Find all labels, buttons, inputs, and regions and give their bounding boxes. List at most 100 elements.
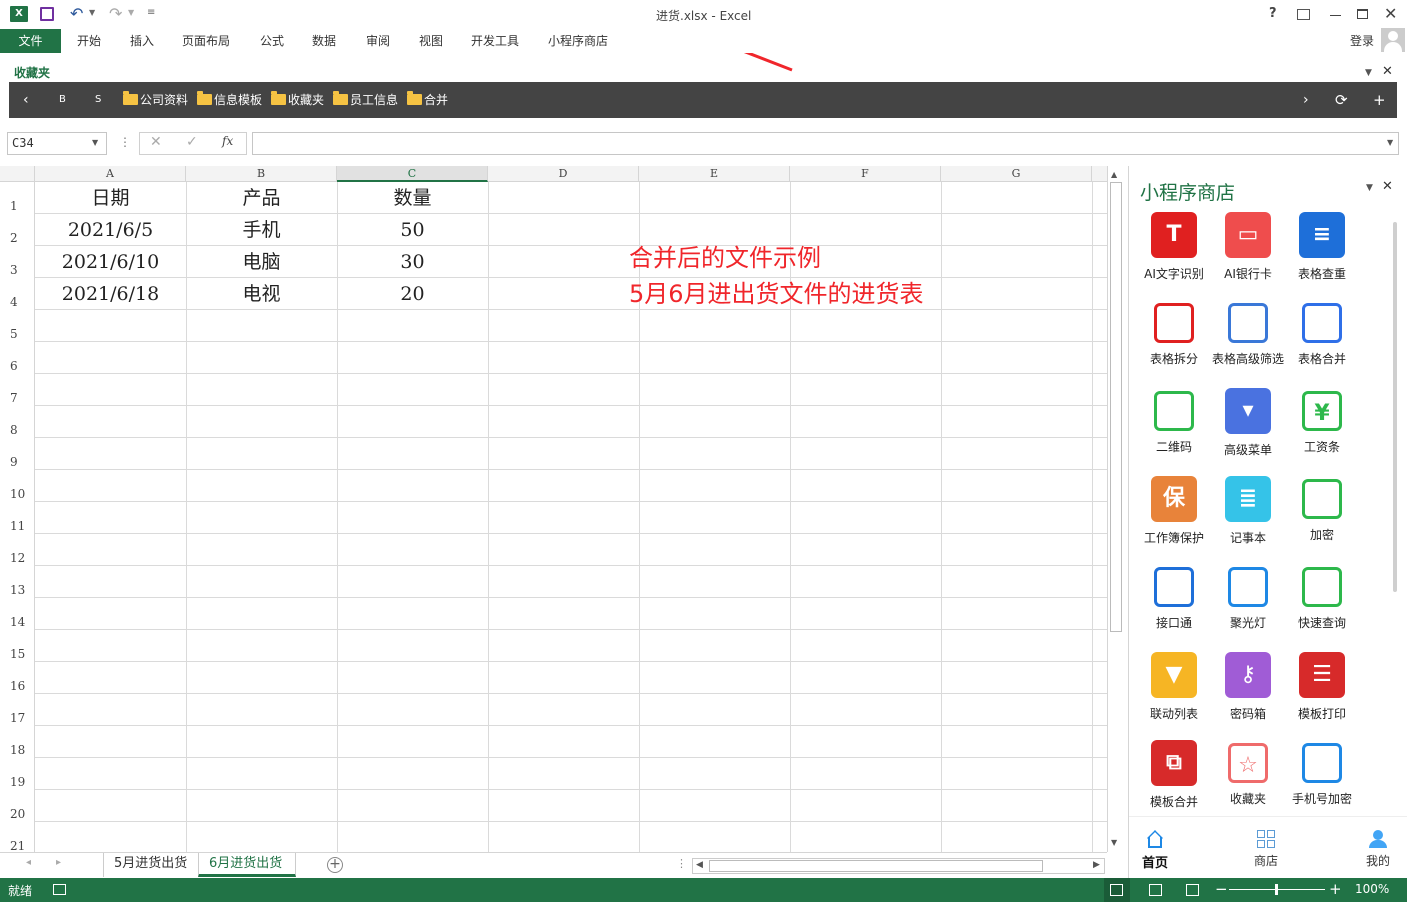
row-header[interactable]: 13: [0, 566, 35, 598]
favorites-close-icon[interactable]: ✕: [1382, 64, 1393, 79]
row-header[interactable]: 10: [0, 470, 35, 502]
sheet-tab-may[interactable]: 5月进货出货: [103, 853, 197, 877]
save-icon[interactable]: [40, 7, 54, 21]
sheet-tab-june[interactable]: 6月进货出货: [198, 853, 296, 877]
fav-prev-icon[interactable]: ‹: [23, 82, 29, 118]
name-box-dropdown-icon[interactable]: ▼: [92, 138, 98, 147]
redo-dropdown-icon[interactable]: ▼: [128, 8, 134, 17]
fav-folder-staff[interactable]: 员工信息: [333, 82, 398, 118]
tab-formulas[interactable]: 公式: [260, 29, 284, 53]
page-layout-view-icon[interactable]: [1149, 884, 1162, 896]
app-table-dedupe[interactable]: ≡ 表格查重: [1285, 212, 1359, 282]
help-icon[interactable]: ?: [1269, 6, 1277, 21]
app-favorites[interactable]: ☆ 收藏夹: [1211, 740, 1285, 807]
row-header[interactable]: 17: [0, 694, 35, 726]
app-notepad[interactable]: ≣ 记事本: [1211, 476, 1285, 546]
app-ai-bankcard[interactable]: ▭ AI银行卡: [1211, 212, 1285, 282]
app-payslip[interactable]: ¥ 工资条: [1285, 388, 1359, 455]
cell-a1[interactable]: 日期: [35, 182, 186, 214]
zoom-in-icon[interactable]: +: [1329, 880, 1342, 898]
nav-store[interactable]: 商店: [1241, 830, 1291, 869]
app-table-split[interactable]: 表格拆分: [1137, 300, 1211, 367]
cell-a2[interactable]: 2021/6/5: [35, 214, 186, 246]
tab-view[interactable]: 视图: [419, 29, 443, 53]
app-qrcode[interactable]: 二维码: [1137, 388, 1211, 455]
cell-c4[interactable]: 20: [337, 278, 488, 310]
row-header[interactable]: 12: [0, 534, 35, 566]
cell-b4[interactable]: 电视: [186, 278, 337, 310]
tab-mini-store[interactable]: 小程序商店: [548, 29, 608, 53]
column-header[interactable]: B: [186, 166, 337, 182]
fav-folder-favorites[interactable]: 收藏夹: [271, 82, 324, 118]
row-header[interactable]: 15: [0, 630, 35, 662]
hscroll-left-icon[interactable]: ◀: [696, 860, 703, 870]
row-header[interactable]: 18: [0, 726, 35, 758]
fav-next-icon[interactable]: ›: [1303, 82, 1309, 118]
row-header[interactable]: 1: [0, 182, 35, 214]
column-header[interactable]: D: [488, 166, 639, 182]
panel-close-icon[interactable]: ✕: [1382, 179, 1393, 194]
row-header[interactable]: 6: [0, 342, 35, 374]
nav-home[interactable]: 首页: [1130, 830, 1180, 871]
avatar[interactable]: [1381, 28, 1405, 52]
row-header[interactable]: 20: [0, 790, 35, 822]
tab-split-handle-icon[interactable]: ⋮: [676, 857, 687, 870]
formula-bar-more-icon[interactable]: ⋮: [119, 135, 131, 149]
app-password-box[interactable]: ⚷ 密码箱: [1211, 652, 1285, 722]
app-workbook-protect[interactable]: 保工作簿保护: [1137, 476, 1211, 546]
hscroll-right-icon[interactable]: ▶: [1093, 860, 1100, 870]
app-advanced-menu[interactable]: ▾ 高级菜单: [1211, 388, 1285, 458]
cell-a3[interactable]: 2021/6/10: [35, 246, 186, 278]
cancel-entry-icon[interactable]: ✕: [150, 134, 162, 150]
tab-home[interactable]: 开始: [77, 29, 101, 53]
row-header[interactable]: 5: [0, 310, 35, 342]
zoom-slider[interactable]: [1229, 884, 1325, 895]
row-header[interactable]: 11: [0, 502, 35, 534]
column-header[interactable]: G: [941, 166, 1092, 182]
tab-page-layout[interactable]: 页面布局: [182, 29, 230, 53]
app-table-filter[interactable]: 表格高级筛选: [1211, 300, 1285, 367]
app-template-merge[interactable]: ⧉ 模板合并: [1137, 740, 1211, 810]
zoom-level[interactable]: 100%: [1355, 882, 1389, 896]
fav-nav-s[interactable]: S: [95, 82, 101, 118]
zoom-slider-thumb[interactable]: [1275, 884, 1278, 895]
fav-folder-templates[interactable]: 信息模板: [197, 82, 262, 118]
row-header[interactable]: 21: [0, 822, 35, 852]
row-header[interactable]: 3: [0, 246, 35, 278]
cell-c3[interactable]: 30: [337, 246, 488, 278]
cell-a4[interactable]: 2021/6/18: [35, 278, 186, 310]
tab-file[interactable]: 文件: [0, 29, 61, 53]
insert-function-icon[interactable]: fx: [222, 134, 233, 148]
normal-view-icon[interactable]: [1104, 878, 1130, 902]
row-header[interactable]: 7: [0, 374, 35, 406]
macro-record-icon[interactable]: [53, 884, 66, 895]
app-ai-text[interactable]: T AI文字识别: [1137, 212, 1211, 282]
formula-expand-icon[interactable]: ▼: [1387, 138, 1393, 147]
undo-dropdown-icon[interactable]: ▼: [89, 8, 95, 17]
customize-qat-icon[interactable]: ≡: [147, 7, 155, 18]
tab-insert[interactable]: 插入: [130, 29, 154, 53]
minimize-icon[interactable]: [1330, 15, 1341, 16]
row-header[interactable]: 4: [0, 278, 35, 310]
fav-nav-b[interactable]: B: [59, 82, 66, 118]
maximize-icon[interactable]: [1357, 9, 1368, 19]
cell-c1[interactable]: 数量: [337, 182, 488, 214]
app-table-merge[interactable]: 表格合并: [1285, 300, 1359, 367]
tab-review[interactable]: 审阅: [366, 29, 390, 53]
row-header[interactable]: 19: [0, 758, 35, 790]
add-sheet-icon[interactable]: +: [327, 857, 343, 873]
app-lock[interactable]: 加密: [1285, 476, 1359, 543]
scroll-up-icon[interactable]: ▲: [1111, 170, 1117, 179]
confirm-entry-icon[interactable]: ✓: [186, 134, 198, 150]
nav-me[interactable]: 我的: [1353, 830, 1403, 869]
tab-developer[interactable]: 开发工具: [471, 29, 519, 53]
column-header[interactable]: F: [790, 166, 941, 182]
app-phone-encrypt[interactable]: 手机号加密: [1285, 740, 1359, 807]
app-linked-list[interactable]: ▼ 联动列表: [1137, 652, 1211, 722]
tab-data[interactable]: 数据: [312, 29, 336, 53]
scroll-thumb[interactable]: [1110, 182, 1122, 632]
cell-c2[interactable]: 50: [337, 214, 488, 246]
app-quick-search[interactable]: 快速查询: [1285, 564, 1359, 631]
horizontal-scrollbar[interactable]: ◀ ▶: [692, 858, 1105, 874]
column-header[interactable]: A: [35, 166, 186, 182]
